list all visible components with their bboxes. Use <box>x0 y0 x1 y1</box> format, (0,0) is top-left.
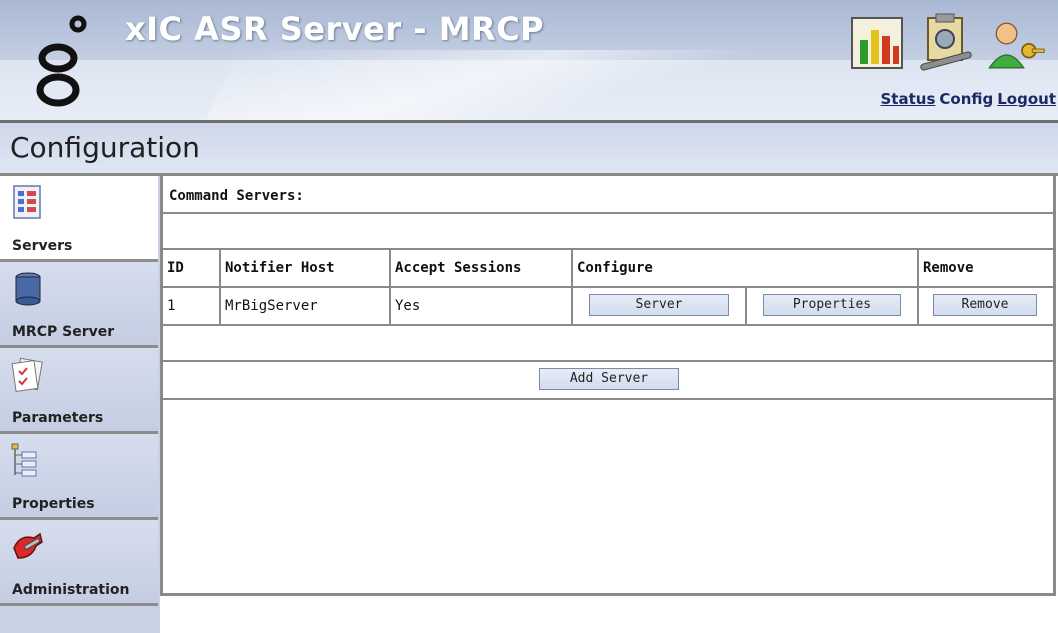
parameters-doc-icon <box>11 357 43 392</box>
checklist-icon <box>13 185 41 219</box>
config-link[interactable]: Config <box>939 90 993 108</box>
add-server-row: Add Server <box>163 362 1053 400</box>
properties-button[interactable]: Properties <box>763 294 901 316</box>
section-header: Command Servers: <box>163 176 1053 214</box>
footer-area <box>160 599 1056 633</box>
sidebar: Servers MRCP Server Parameters Propertie… <box>0 176 160 633</box>
cell-remove: Remove <box>919 288 1053 324</box>
main-content: Command Servers: ID Notifier Host Accept… <box>160 176 1056 596</box>
remove-button[interactable]: Remove <box>933 294 1037 316</box>
cell-host: MrBigServer <box>221 288 391 324</box>
col-header-accept: Accept Sessions <box>391 250 573 286</box>
sidebar-item-label: MRCP Server <box>12 324 115 340</box>
logout-link[interactable]: Logout <box>997 90 1056 108</box>
genesys-logo-icon <box>36 15 87 107</box>
administration-wrench-icon <box>13 532 43 559</box>
top-nav-links: Status Config Logout <box>877 90 1057 108</box>
logout-user-key-icon[interactable] <box>986 12 1046 74</box>
sidebar-item-properties[interactable]: Properties <box>0 434 158 520</box>
spacer-row <box>163 214 1053 250</box>
status-chart-icon[interactable] <box>848 12 908 74</box>
add-server-button[interactable]: Add Server <box>539 368 679 390</box>
col-header-remove: Remove <box>923 260 974 276</box>
server-button[interactable]: Server <box>589 294 729 316</box>
col-header-host: Notifier Host <box>221 250 391 286</box>
cell-id: 1 <box>163 288 221 324</box>
spacer-row <box>163 326 1053 362</box>
app-header: xIC ASR Server - MRCP Status Config Logout <box>0 0 1058 120</box>
status-link[interactable]: Status <box>881 90 936 108</box>
sidebar-item-label: Properties <box>12 496 95 512</box>
table-row: 1 MrBigServer Yes Server Properties Remo… <box>163 288 1053 326</box>
page-title: Configuration <box>10 131 200 164</box>
sidebar-item-label: Administration <box>12 582 130 598</box>
page-title-bar: Configuration <box>0 123 1058 176</box>
sidebar-item-label: Parameters <box>12 410 104 426</box>
sidebar-item-label: Servers <box>12 238 73 254</box>
cell-configure-server: Server <box>573 288 747 324</box>
section-title: Command Servers: <box>169 188 304 204</box>
properties-tree-icon <box>11 443 37 477</box>
sidebar-item-administration[interactable]: Administration <box>0 520 158 606</box>
col-header-id: ID <box>163 250 221 286</box>
sidebar-item-servers[interactable]: Servers <box>0 176 158 262</box>
table-header-row: ID Notifier Host Accept Sessions Configu… <box>163 250 1053 288</box>
server-db-icon <box>15 272 41 306</box>
app-title: xIC ASR Server - MRCP <box>125 10 545 48</box>
config-tools-icon[interactable] <box>916 12 976 74</box>
cell-configure-properties: Properties <box>747 288 919 324</box>
cell-accept: Yes <box>391 288 573 324</box>
header-decoration <box>201 50 759 120</box>
col-header-configure: Configure <box>573 250 919 286</box>
sidebar-item-mrcp-server[interactable]: MRCP Server <box>0 262 158 348</box>
sidebar-item-parameters[interactable]: Parameters <box>0 348 158 434</box>
